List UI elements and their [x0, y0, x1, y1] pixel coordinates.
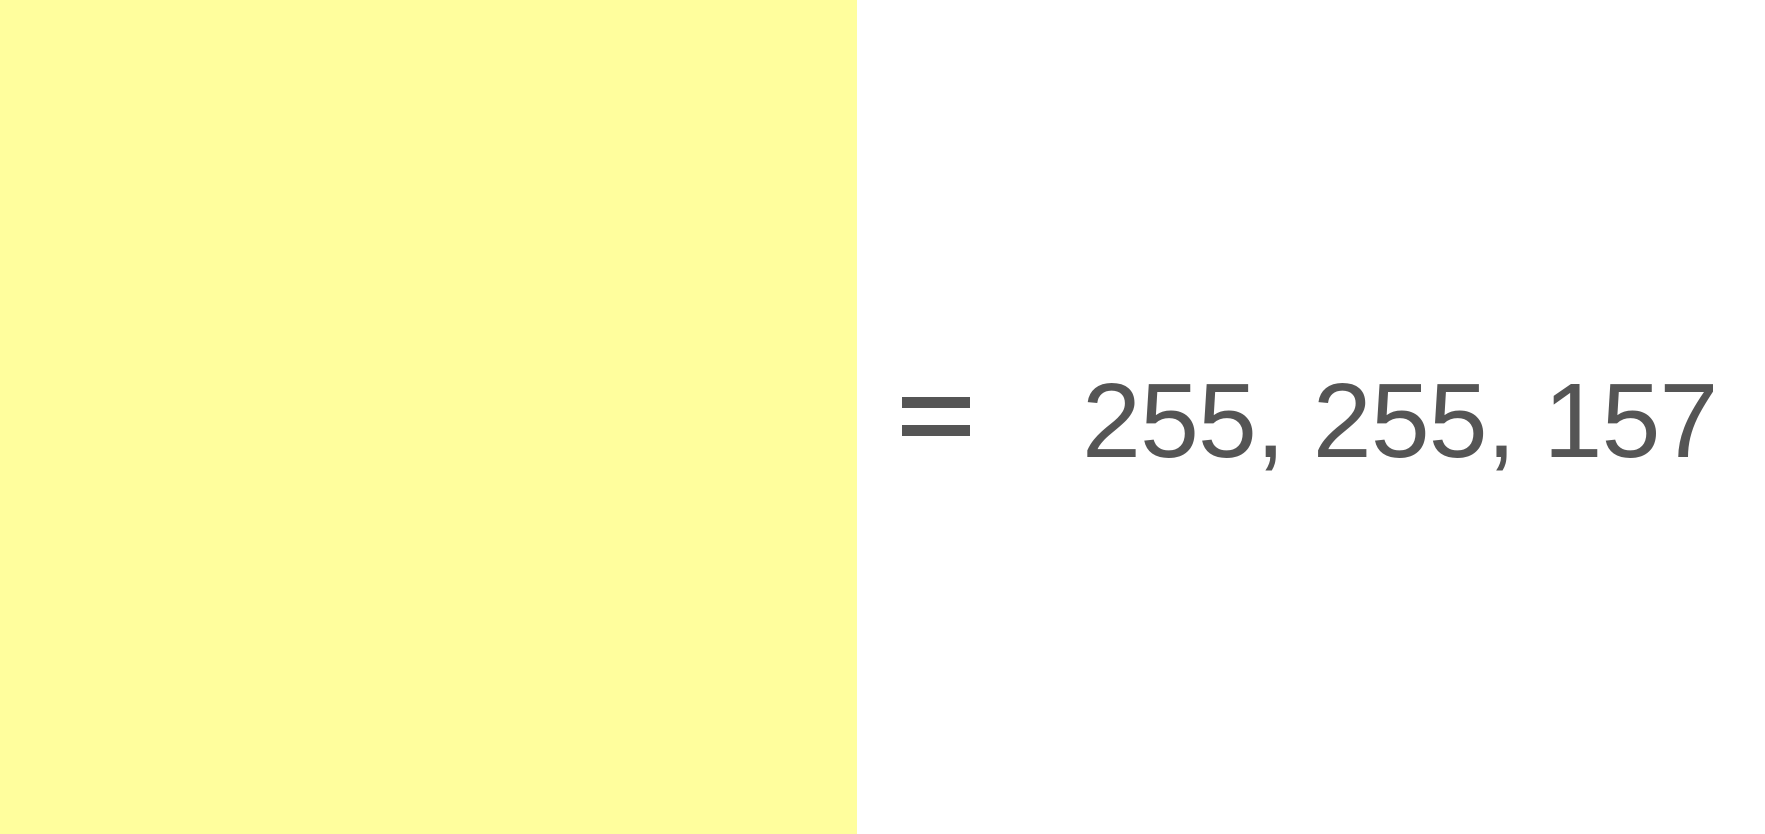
- color-sample-canvas: 255, 255, 157: [0, 0, 1765, 834]
- equals-bar-bottom: [902, 425, 970, 436]
- color-swatch: [0, 0, 857, 834]
- equals-bar-top: [902, 397, 970, 408]
- rgb-value-text: 255, 255, 157: [1082, 362, 1718, 480]
- equals-sign: [902, 384, 970, 440]
